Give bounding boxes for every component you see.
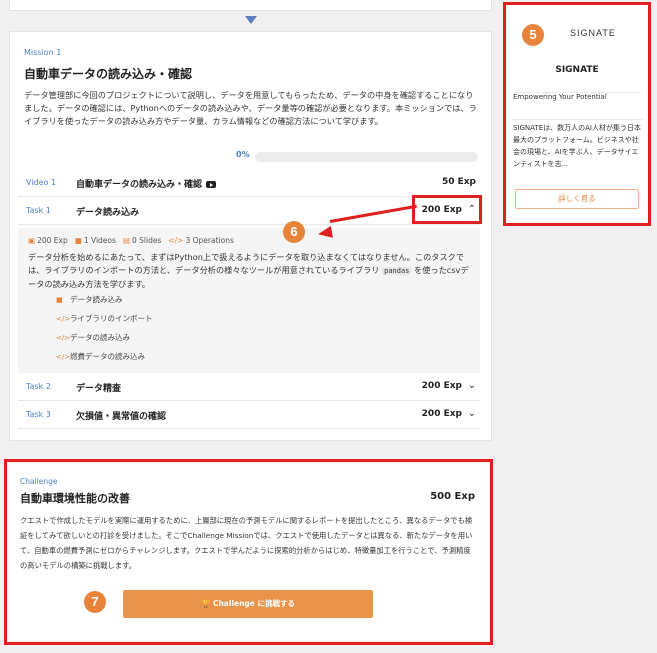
video-icon: ■ — [74, 236, 82, 245]
task-row-1[interactable]: Task 1 データ読み込み 200 Exp ⌃ — [18, 197, 480, 225]
video-row[interactable]: Video 1 自動車データの読み込み・確認 50 Exp — [18, 169, 480, 197]
video-exp: 50 Exp — [441, 177, 476, 187]
mission-description: データ管理部に今回のプロジェクトについて説明し、データを用意してもらったため、デ… — [24, 90, 477, 127]
annotation-badge-7: 7 — [84, 591, 106, 613]
chevron-down-icon[interactable]: ⌄ — [468, 408, 476, 419]
task-name: データ精査 — [76, 384, 122, 394]
list-item[interactable]: ■ データ読み込み — [56, 290, 153, 309]
task-row-3[interactable]: Task 3 欠損値・異常値の確認 200 Exp ⌄ — [18, 401, 480, 429]
operation-list: ■ データ読み込み </> ライブラリのインポート </> データの読み込み </> 燃… — [56, 290, 153, 366]
annotation-badge-5: 5 — [522, 24, 544, 46]
task-name: 欠損値・異常値の確認 — [76, 412, 167, 422]
task-row-2[interactable]: Task 2 データ精査 200 Exp ⌄ — [18, 373, 480, 401]
annotation-box-task-exp — [412, 195, 482, 224]
annotation-arrow-head — [317, 225, 333, 241]
task-exp: 200 Exp — [421, 381, 462, 391]
video-name: 自動車データの読み込み・確認 — [76, 177, 217, 190]
code-icon: </> — [56, 314, 71, 323]
code-icon: </> — [56, 352, 71, 361]
progress-label: 0% — [236, 150, 250, 159]
operations-meta: </> 3 Operations — [168, 236, 234, 245]
slides-meta: ▤ 0 Slides — [122, 236, 162, 245]
task-kind: Task 2 — [26, 382, 51, 391]
annotation-box-challenge — [4, 459, 493, 645]
list-item[interactable]: </> 燃費データの読み込み — [56, 347, 153, 366]
down-arrow-icon — [245, 16, 257, 24]
videos-meta: ■ 1 Videos — [74, 236, 116, 245]
chevron-down-icon[interactable]: ⌄ — [468, 380, 476, 391]
video-icon: ■ — [56, 295, 63, 304]
annotation-badge-6: 6 — [283, 221, 305, 243]
mission-card: Mission 1 自動車データの読み込み・確認 データ管理部に今回のプロジェク… — [9, 31, 492, 441]
task-meta: ▣ 200 Exp ■ 1 Videos ▤ 0 Slides </> 3 Operat… — [28, 236, 234, 245]
exp-meta: ▣ 200 Exp — [28, 236, 68, 245]
task-exp: 200 Exp — [421, 409, 462, 419]
previous-card — [9, 0, 492, 11]
task-kind: Task 1 — [26, 206, 51, 215]
slides-icon: ▤ — [122, 236, 130, 245]
list-item[interactable]: </> ライブラリのインポート — [56, 309, 153, 328]
progress-bar — [255, 152, 478, 162]
task-detail-panel: ▣ 200 Exp ■ 1 Videos ▤ 0 Slides </> 3 Operat… — [18, 228, 480, 373]
task-kind: Task 3 — [26, 410, 51, 419]
video-kind: Video 1 — [26, 178, 57, 187]
mission-title: 自動車データの読み込み・確認 — [24, 67, 193, 81]
code-snippet: pandas — [382, 267, 412, 275]
code-icon: </> — [56, 333, 71, 342]
task-name: データ読み込み — [76, 208, 140, 218]
code-icon: </> — [168, 236, 184, 245]
trophy-icon: ▣ — [28, 236, 36, 245]
list-item[interactable]: </> データの読み込み — [56, 328, 153, 347]
youtube-icon — [206, 181, 217, 188]
mission-tag: Mission 1 — [24, 48, 62, 57]
task-description: データ分析を始めるにあたって、まずはPython上で扱えるようにデータを取り込ま… — [28, 252, 469, 289]
